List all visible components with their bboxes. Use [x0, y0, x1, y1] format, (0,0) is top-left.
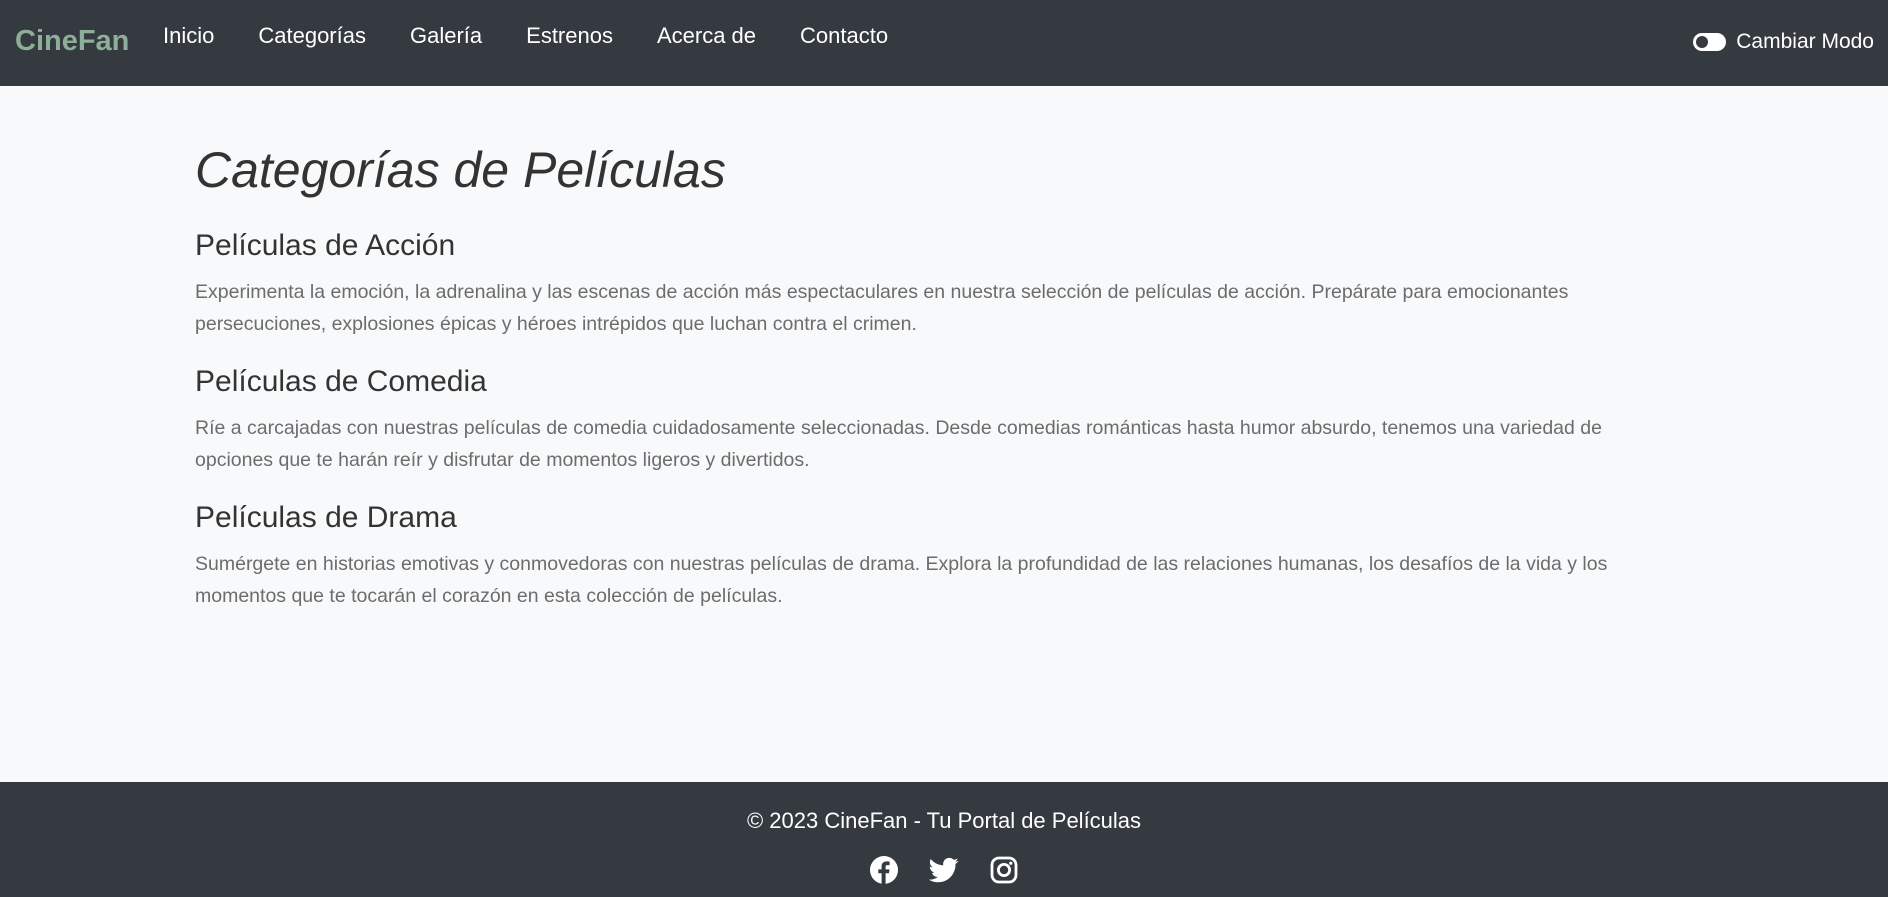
page-title: Categorías de Películas: [195, 142, 726, 198]
category-title: Películas de Acción: [195, 229, 456, 262]
nav-link-categorias[interactable]: Categorías: [236, 22, 388, 50]
nav-links: Inicio Categorías Galería Estrenos Acerc…: [141, 22, 910, 50]
toggle-knob: [1696, 36, 1709, 48]
category-description: Ríe a carcajadas con nuestras películas …: [195, 417, 1602, 471]
nav-link-estrenos[interactable]: Estrenos: [504, 22, 635, 50]
category-accion: Películas de Acción Experimenta la emoci…: [195, 228, 1675, 340]
nav-link-acerca-de[interactable]: Acerca de: [635, 22, 778, 50]
instagram-icon[interactable]: [989, 855, 1019, 885]
mode-toggle[interactable]: Cambiar Modo: [1693, 29, 1874, 55]
nav-link-inicio[interactable]: Inicio: [141, 22, 236, 50]
category-title: Películas de Comedia: [195, 365, 487, 398]
mode-toggle-label: Cambiar Modo: [1736, 30, 1874, 53]
category-description: Experimenta la emoción, la adrenalina y …: [195, 281, 1569, 335]
main-content: Categorías de Películas Películas de Acc…: [195, 140, 1675, 636]
category-drama: Películas de Drama Sumérgete en historia…: [195, 500, 1675, 612]
category-description: Sumérgete en historias emotivas y conmov…: [195, 553, 1608, 607]
facebook-icon[interactable]: [869, 855, 899, 885]
toggle-switch[interactable]: [1693, 33, 1727, 51]
nav-link-galeria[interactable]: Galería: [388, 22, 504, 50]
footer-copyright: © 2023 CineFan - Tu Portal de Películas: [746, 808, 1142, 833]
footer: © 2023 CineFan - Tu Portal de Películas: [0, 782, 1888, 897]
social-links: [0, 855, 1888, 885]
nav-link-contacto[interactable]: Contacto: [778, 22, 910, 50]
brand-logo[interactable]: CineFan: [15, 24, 129, 58]
category-title: Películas de Drama: [195, 501, 457, 534]
twitter-icon[interactable]: [929, 855, 959, 885]
navbar: CineFan Inicio Categorías Galería Estren…: [0, 0, 1888, 86]
category-comedia: Películas de Comedia Ríe a carcajadas co…: [195, 364, 1675, 476]
